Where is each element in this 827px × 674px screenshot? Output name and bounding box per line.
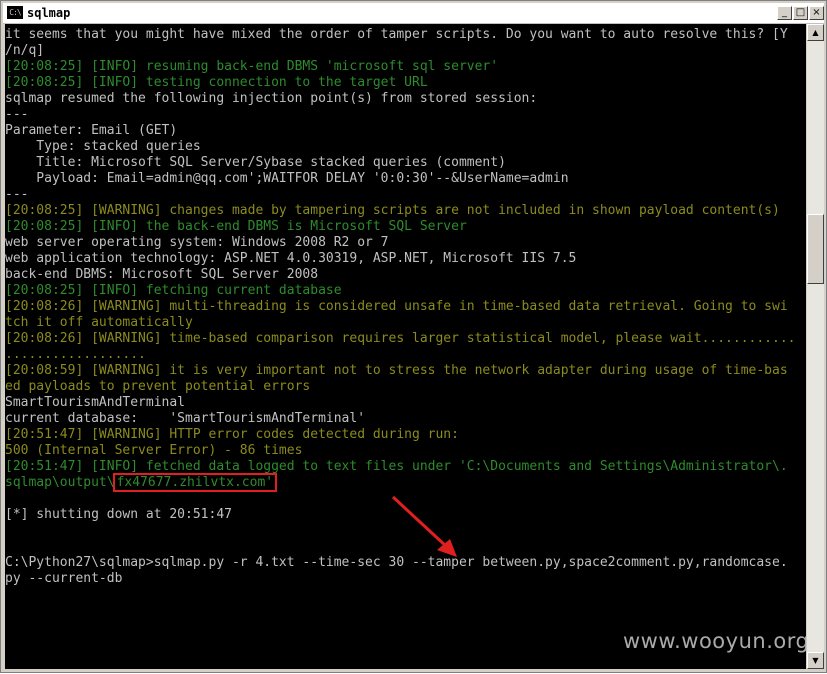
console-line-text: [20:08:25] [INFO] the back-end DBMS is M… — [5, 219, 467, 234]
console-line: Parameter: Email (GET) — [5, 123, 796, 139]
console-window: C:\ sqlmap _ □ × it seems that you might… — [0, 0, 827, 673]
console-line: [*] shutting down at 20:51:47 — [5, 507, 796, 523]
console-line-text: Payload: Email=admin@qq.com';WAITFOR DEL… — [5, 171, 569, 186]
console-line-text: [20:51:47] [WARNING] HTTP error codes de… — [5, 427, 459, 442]
console-app-icon: C:\ — [7, 6, 23, 19]
console-line: [20:08:26] [WARNING] multi-threading is … — [5, 299, 796, 315]
console-line-text: [20:08:25] [INFO] fetching current datab… — [5, 283, 342, 298]
console-line: .................. — [5, 347, 796, 363]
console-line: [20:08:25] [INFO] fetching current datab… — [5, 283, 796, 299]
console-line: it seems that you might have mixed the o… — [5, 27, 796, 43]
highlighted-output-path: fx47677.zhilvtx.com' — [112, 473, 278, 492]
console-line-text: [20:08:25] [INFO] testing connection to … — [5, 75, 428, 90]
console-line-text: .................. — [5, 347, 146, 362]
console-line-text: Title: Microsoft SQL Server/Sybase stack… — [5, 155, 506, 170]
console-line-text: [20:08:25] [WARNING] changes made by tam… — [5, 203, 780, 218]
console-line: Payload: Email=admin@qq.com';WAITFOR DEL… — [5, 171, 796, 187]
console-line-text: web server operating system: Windows 200… — [5, 235, 389, 250]
console-line-text: C:\Python27\sqlmap>sqlmap.py -r 4.txt --… — [5, 555, 788, 570]
console-output[interactable]: it seems that you might have mixed the o… — [5, 24, 806, 669]
vertical-scrollbar[interactable]: ▲ ▼ — [807, 24, 824, 669]
console-line-text: [*] shutting down at 20:51:47 — [5, 507, 232, 522]
console-line: [20:08:25] [INFO] resuming back-end DBMS… — [5, 59, 796, 75]
console-line: current database: 'SmartTourismAndTermin… — [5, 411, 796, 427]
console-line: ed payloads to prevent potential errors — [5, 379, 796, 395]
console-line: web server operating system: Windows 200… — [5, 235, 796, 251]
console-line-text: Type: stacked queries — [5, 139, 201, 154]
watermark: www.wooyun.org — [623, 629, 810, 653]
console-line-text: [20:08:59] [WARNING] it is very importan… — [5, 363, 788, 378]
console-line-text: tch it off automatically — [5, 315, 193, 330]
console-line: C:\Python27\sqlmap>sqlmap.py -r 4.txt --… — [5, 555, 796, 571]
console-line-text: --- — [5, 187, 29, 202]
close-button[interactable]: × — [809, 6, 824, 20]
console-line-text: current database: 'SmartTourismAndTermin… — [5, 411, 366, 426]
window-title: sqlmap — [27, 6, 71, 20]
console-line-text: sqlmap resumed the following injection p… — [5, 91, 538, 106]
console-line-text: --- — [5, 107, 29, 122]
console-line: 500 (Internal Server Error) - 86 times — [5, 443, 796, 459]
console-line: back-end DBMS: Microsoft SQL Server 2008 — [5, 267, 796, 283]
console-line-text: [20:08:26] [WARNING] multi-threading is … — [5, 299, 788, 314]
console-line: [20:08:25] [INFO] testing connection to … — [5, 75, 796, 91]
console-line-text: py --current-db — [5, 571, 123, 586]
console-line: Type: stacked queries — [5, 139, 796, 155]
console-line-text: [20:51:47] [INFO] fetched data logged to… — [5, 459, 788, 474]
console-line-text: web application technology: ASP.NET 4.0.… — [5, 251, 577, 266]
console-line: [20:08:59] [WARNING] it is very importan… — [5, 363, 796, 379]
scroll-up-arrow-icon[interactable]: ▲ — [807, 24, 824, 41]
console-line-text: ed payloads to prevent potential errors — [5, 379, 311, 394]
console-line-text: it seems that you might have mixed the o… — [5, 27, 788, 42]
title-bar[interactable]: C:\ sqlmap _ □ × — [3, 3, 824, 24]
console-line: py --current-db — [5, 571, 796, 587]
console-line: /n/q] — [5, 43, 796, 59]
scrollbar-thumb[interactable] — [807, 214, 824, 284]
console-line: tch it off automatically — [5, 315, 796, 331]
console-line-text: sqlmap\output\ — [5, 475, 115, 490]
console-line: --- — [5, 107, 796, 123]
console-line: [20:08:25] [INFO] the back-end DBMS is M… — [5, 219, 796, 235]
console-line-text: [20:08:26] [WARNING] time-based comparis… — [5, 331, 796, 346]
console-line-text: [20:08:25] [INFO] resuming back-end DBMS… — [5, 59, 499, 74]
console-line: Title: Microsoft SQL Server/Sybase stack… — [5, 155, 796, 171]
console-line-text: back-end DBMS: Microsoft SQL Server 2008 — [5, 267, 319, 282]
console-line-text: Parameter: Email (GET) — [5, 123, 178, 138]
console-lines: it seems that you might have mixed the o… — [5, 27, 796, 587]
maximize-button[interactable]: □ — [793, 6, 808, 20]
console-line: [20:08:25] [WARNING] changes made by tam… — [5, 203, 796, 219]
console-line: [20:08:26] [WARNING] time-based comparis… — [5, 331, 796, 347]
minimize-button[interactable]: _ — [777, 6, 792, 20]
console-line: web application technology: ASP.NET 4.0.… — [5, 251, 796, 267]
console-line: sqlmap resumed the following injection p… — [5, 91, 796, 107]
console-line: SmartTourismAndTerminal — [5, 395, 796, 411]
scroll-down-arrow-icon[interactable]: ▼ — [807, 652, 824, 669]
console-line: --- — [5, 187, 796, 203]
console-line: [20:51:47] [WARNING] HTTP error codes de… — [5, 427, 796, 443]
console-line-text: /n/q] — [5, 43, 45, 58]
console-line: sqlmap\output\ fx47677.zhilvtx.com' — [5, 473, 796, 492]
console-line-text: 500 (Internal Server Error) - 86 times — [5, 443, 303, 458]
console-line-text: SmartTourismAndTerminal — [5, 395, 186, 410]
